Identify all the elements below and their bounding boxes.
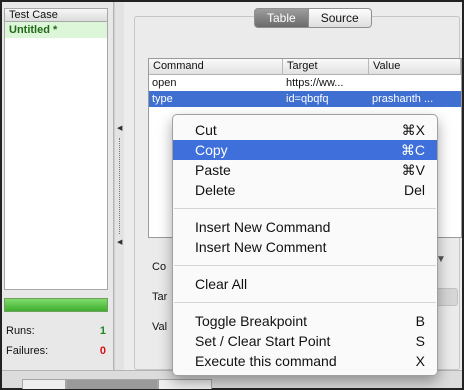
menu-separator [174, 265, 436, 266]
test-case-panel: Test Case Untitled * Runs: 1 Failures: 0 [2, 2, 114, 388]
menu-item-label: Set / Clear Start Point [195, 333, 331, 349]
runs-stat: Runs: 1 [6, 324, 106, 338]
menu-separator [174, 302, 436, 303]
splitter-handle[interactable] [119, 138, 120, 234]
menu-item-toggle-breakpoint[interactable]: Toggle Breakpoint B [173, 311, 437, 331]
view-tabs: Table Source [254, 8, 372, 28]
cell-target: id=qbqfq [286, 93, 329, 105]
column-header-command[interactable]: Command [149, 59, 283, 74]
menu-item-label: Cut [195, 122, 217, 138]
menu-item-insert-new-comment[interactable]: Insert New Comment [173, 237, 437, 257]
menu-item-set-clear-start-point[interactable]: Set / Clear Start Point S [173, 331, 437, 351]
panel-splitter[interactable]: ◀ ◀ [114, 2, 124, 370]
table-row-selected[interactable]: type id=qbqfq prashanth ... [149, 91, 461, 107]
test-case-list[interactable]: Untitled * [4, 22, 108, 290]
table-row[interactable]: open https://ww... [149, 75, 461, 91]
menu-item-shortcut: Del [403, 182, 425, 198]
bottom-tab-1[interactable] [22, 379, 66, 389]
tab-table[interactable]: Table [254, 8, 309, 28]
cell-target: https://ww... [286, 77, 344, 89]
menu-item-label: Insert New Comment [195, 239, 327, 255]
menu-item-label: Paste [195, 162, 231, 178]
cell-value [369, 75, 461, 91]
cell-value: prashanth ... [372, 93, 434, 105]
menu-item-shortcut: X [415, 353, 425, 369]
menu-item-delete[interactable]: Delete Del [173, 180, 437, 200]
value-label: Val [152, 321, 168, 333]
test-case-item[interactable]: Untitled * [5, 22, 107, 38]
collapse-left-arrow-icon-2[interactable]: ◀ [117, 238, 122, 246]
runs-value: 1 [99, 325, 106, 337]
menu-item-insert-new-command[interactable]: Insert New Command [173, 217, 437, 237]
bottom-tab-2[interactable] [66, 379, 158, 389]
menu-item-shortcut: ⌘C [400, 142, 425, 158]
target-label: Tar [152, 291, 168, 303]
menu-item-label: Delete [195, 182, 236, 198]
table-header-row: Command Target Value [149, 59, 461, 75]
failures-value: 0 [99, 345, 106, 357]
menu-item-paste[interactable]: Paste ⌘V [173, 160, 437, 180]
progress-bar [4, 298, 108, 312]
menu-item-shortcut: ⌘V [401, 162, 425, 178]
menu-item-shortcut: B [415, 313, 425, 329]
menu-item-shortcut: ⌘X [401, 122, 425, 138]
menu-item-label: Insert New Command [195, 219, 331, 235]
runs-label: Runs: [6, 325, 35, 337]
menu-item-label: Execute this command [195, 353, 337, 369]
command-select-chevron-down-icon[interactable]: ▼ [436, 254, 462, 272]
menu-item-label: Copy [195, 142, 228, 158]
menu-item-cut[interactable]: Cut ⌘X [173, 120, 437, 140]
menu-item-clear-all[interactable]: Clear All [173, 274, 437, 294]
menu-item-shortcut: S [415, 333, 425, 349]
bottom-tab-3[interactable] [158, 379, 212, 389]
test-case-header[interactable]: Test Case [4, 8, 108, 22]
menu-item-copy[interactable]: Copy ⌘C [173, 140, 437, 160]
failures-label: Failures: [6, 345, 49, 357]
collapse-left-arrow-icon[interactable]: ◀ [117, 124, 122, 132]
menu-item-label: Clear All [195, 276, 248, 292]
column-header-target[interactable]: Target [283, 59, 369, 74]
menu-item-label: Toggle Breakpoint [195, 313, 308, 329]
cell-command: open [152, 77, 177, 89]
menu-item-execute-this-command[interactable]: Execute this command X [173, 351, 437, 371]
command-label: Co [152, 261, 167, 273]
tab-source[interactable]: Source [308, 8, 372, 28]
failures-stat: Failures: 0 [6, 344, 106, 358]
menu-separator [174, 208, 436, 209]
context-menu: Cut ⌘X Copy ⌘C Paste ⌘V Delete Del Inser… [172, 114, 438, 376]
cell-command: type [152, 93, 173, 105]
column-header-value[interactable]: Value [369, 59, 461, 74]
